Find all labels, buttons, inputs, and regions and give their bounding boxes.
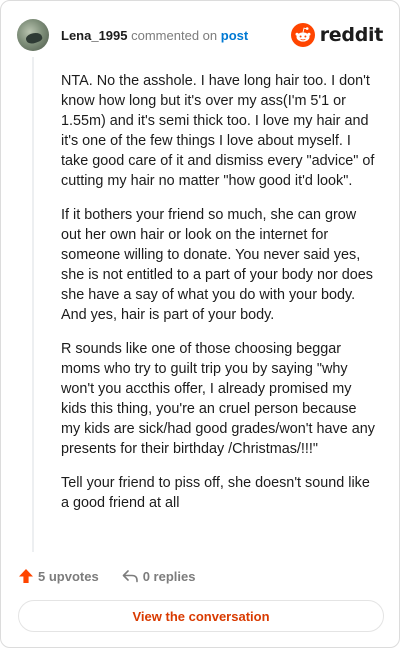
comment-actions: 5 upvotes 0 replies <box>18 565 195 587</box>
reddit-wordmark: reddit <box>319 24 384 46</box>
upvote-arrow-icon <box>19 569 33 583</box>
reddit-logo[interactable]: reddit <box>290 23 384 47</box>
reply-button[interactable]: 0 replies <box>121 568 196 584</box>
commented-on-text: commented on <box>131 27 218 43</box>
upvote-button[interactable]: 5 upvotes <box>18 568 99 584</box>
username-link[interactable]: Lena_1995 <box>61 28 128 43</box>
reply-arrow-icon <box>122 570 138 583</box>
comment-paragraph: NTA. No the asshole. I have long hair to… <box>61 73 375 189</box>
comment-paragraph: If it bothers your friend so much, she c… <box>61 207 373 323</box>
reply-count: 0 replies <box>142 568 196 584</box>
comment-body: NTA. No the asshole. I have long hair to… <box>61 71 379 527</box>
upvote-count: 5 upvotes <box>38 568 99 584</box>
comment-card: Lena_1995 commented on post reddit NTA. … <box>0 0 400 648</box>
user-avatar[interactable] <box>17 19 49 51</box>
view-conversation-button[interactable]: View the conversation <box>18 600 384 632</box>
reddit-snoo-icon <box>290 23 315 47</box>
comment-header: Lena_1995 commented on post reddit <box>17 17 383 53</box>
comment-paragraph: Tell your friend to piss off, she doesn'… <box>61 475 370 511</box>
thread-line <box>32 57 34 552</box>
comment-meta: Lena_1995 commented on post <box>61 28 248 43</box>
post-link[interactable]: post <box>221 28 248 43</box>
comment-paragraph: R sounds like one of those choosing begg… <box>61 341 375 457</box>
